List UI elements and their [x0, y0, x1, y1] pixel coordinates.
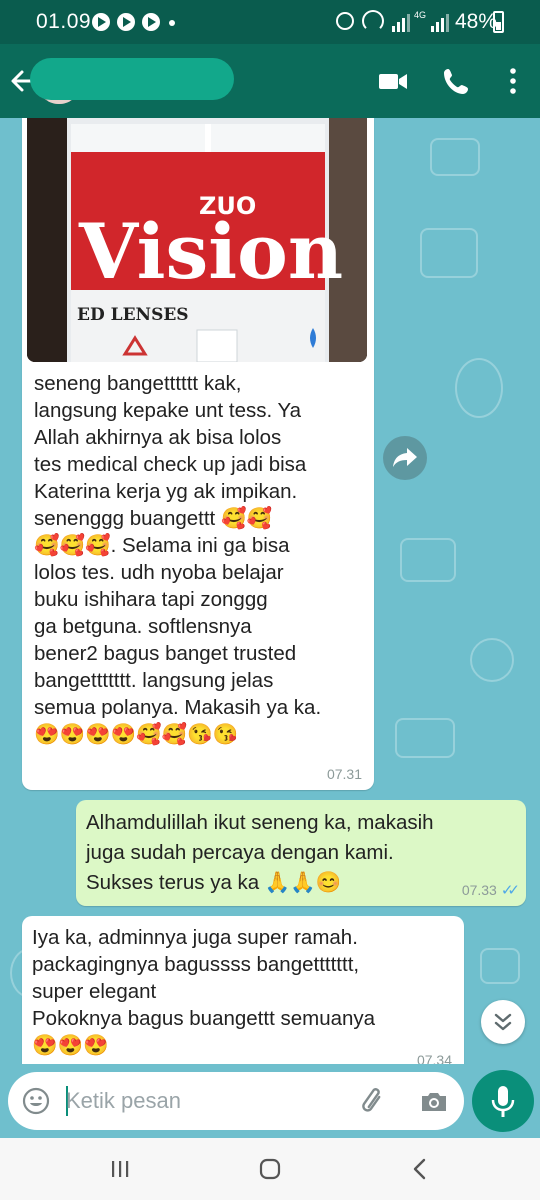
notification-icon	[92, 13, 110, 31]
recent-apps-icon[interactable]	[105, 1154, 135, 1184]
message-bubble-incoming[interactable]: Iya ka, adminnya juga super ramah. packa…	[22, 916, 464, 1064]
message-input[interactable]	[66, 1084, 346, 1118]
network-type: 4G	[414, 10, 427, 20]
battery-icon	[493, 11, 504, 33]
message-photo[interactable]: ZUO Vision ED LENSES	[27, 118, 367, 362]
mic-icon	[491, 1086, 515, 1117]
more-options-icon[interactable]	[497, 66, 529, 96]
emoji-icon[interactable]	[22, 1087, 50, 1115]
message-time: 07.31	[326, 766, 362, 782]
message-text: seneng bangetttttt kak, langsung kepake …	[34, 372, 322, 746]
more-notifications-icon	[169, 20, 175, 26]
attach-icon[interactable]	[358, 1086, 390, 1118]
message-composer	[8, 1072, 464, 1130]
wallpaper-doodle	[455, 358, 503, 418]
signal-icon	[431, 12, 449, 32]
wallpaper-doodle	[480, 948, 520, 984]
battery-percent: 48%	[455, 10, 498, 33]
forward-button[interactable]	[383, 436, 427, 480]
hotspot-icon	[362, 10, 384, 32]
notification-icon	[117, 13, 135, 31]
bottle-label-text: ED LENSES	[77, 305, 189, 325]
back-icon[interactable]	[405, 1154, 435, 1184]
status-bar: 01.09 4G 48%	[0, 0, 540, 44]
wallpaper-doodle	[395, 718, 455, 758]
message-text: Iya ka, adminnya juga super ramah. packa…	[32, 926, 376, 1057]
camera-icon[interactable]	[418, 1086, 450, 1118]
scroll-to-bottom-button[interactable]	[481, 1000, 525, 1044]
notification-icon	[142, 13, 160, 31]
home-icon[interactable]	[255, 1154, 285, 1184]
message-text: Alhamdulillah ikut seneng ka, makasih ju…	[86, 811, 434, 894]
message-meta: 07.33 ✓✓	[461, 881, 520, 899]
read-receipt-icon: ✓✓	[500, 882, 520, 899]
wallpaper-doodle	[420, 228, 478, 278]
contact-lens-bottle-image: ZUO Vision ED LENSES	[27, 118, 367, 362]
contact-name-redacted[interactable]	[30, 58, 234, 100]
signal-icon	[392, 12, 410, 32]
message-bubble-outgoing[interactable]: Alhamdulillah ikut seneng ka, makasih ju…	[76, 800, 526, 906]
forward-icon	[393, 448, 417, 467]
message-time: 07.33	[461, 882, 497, 898]
voice-message-button[interactable]	[472, 1070, 534, 1132]
wallpaper-doodle	[430, 138, 480, 176]
alarm-icon	[336, 12, 354, 30]
system-nav-bar	[0, 1138, 540, 1200]
video-call-icon[interactable]	[377, 66, 409, 96]
status-time: 01.09	[36, 10, 92, 33]
message-bubble-incoming[interactable]: ZUO Vision ED LENSES seneng bangetttttt …	[22, 118, 374, 790]
bottle-brand-big: Vision	[78, 207, 343, 296]
phone-icon[interactable]	[441, 66, 473, 96]
chat-header	[0, 44, 540, 118]
chat-area[interactable]: ZUO Vision ED LENSES seneng bangetttttt …	[0, 118, 540, 1064]
wallpaper-doodle	[400, 538, 456, 582]
message-time: 07.34	[416, 1052, 452, 1064]
chevron-double-down-icon	[494, 1013, 512, 1031]
wallpaper-doodle	[470, 638, 514, 682]
